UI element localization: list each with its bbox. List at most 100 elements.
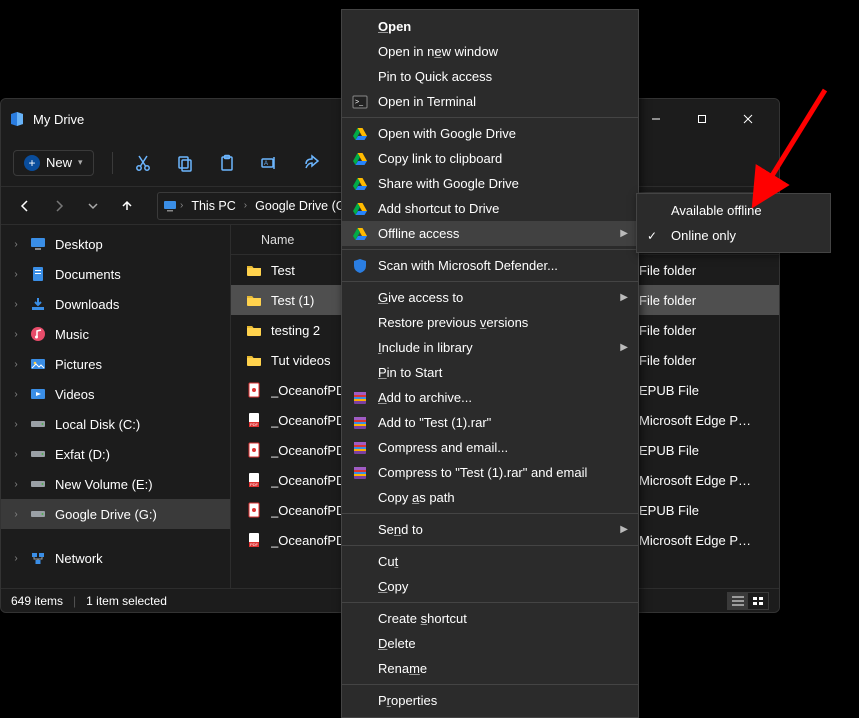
menu-item-pin-to-start[interactable]: Pin to Start: [342, 360, 638, 385]
share-icon[interactable]: [299, 151, 323, 175]
chevron-right-icon: ›: [11, 509, 21, 520]
menu-label: Copy: [378, 579, 408, 594]
menu-item-share-with-google-drive[interactable]: Share with Google Drive: [342, 171, 638, 196]
sidebar-item-network[interactable]: ›Network: [1, 543, 230, 573]
sidebar-item-new-volume-e-[interactable]: ›New Volume (E:): [1, 469, 230, 499]
sidebar-label: Documents: [55, 267, 121, 282]
menu-item-open-in-new-window[interactable]: Open in new window: [342, 39, 638, 64]
file-type: Microsoft Edge P…: [639, 413, 751, 428]
details-view-button[interactable]: [728, 593, 748, 609]
menu-item-send-to[interactable]: Send to▶: [342, 517, 638, 542]
recent-button[interactable]: [79, 192, 107, 220]
menu-item-scan-with-microsoft-defender[interactable]: Scan with Microsoft Defender...: [342, 253, 638, 278]
submenu-item-online-only[interactable]: ✓Online only: [637, 223, 830, 248]
back-button[interactable]: [11, 192, 39, 220]
menu-item-delete[interactable]: Delete: [342, 631, 638, 656]
drive-icon: [29, 476, 47, 492]
new-button[interactable]: + New ▾: [13, 150, 94, 176]
menu-label: Add shortcut to Drive: [378, 201, 499, 216]
menu-label: Scan with Microsoft Defender...: [378, 258, 558, 273]
sidebar-item-videos[interactable]: ›Videos: [1, 379, 230, 409]
rar-icon: [351, 389, 369, 407]
file-type: Microsoft Edge P…: [639, 533, 751, 548]
menu-item-create-shortcut[interactable]: Create shortcut: [342, 606, 638, 631]
paste-icon[interactable]: [215, 151, 239, 175]
sidebar-item-desktop[interactable]: ›Desktop: [1, 229, 230, 259]
menu-item-add-to-archive[interactable]: Add to archive...: [342, 385, 638, 410]
menu-label: Open in new window: [378, 44, 498, 59]
drive-icon: [29, 446, 47, 462]
up-button[interactable]: [113, 192, 141, 220]
epub-icon: [245, 442, 263, 458]
menu-item-restore-previous-versions[interactable]: Restore previous versions: [342, 310, 638, 335]
menu-item-add-shortcut-to-drive[interactable]: Add shortcut to Drive: [342, 196, 638, 221]
sidebar-item-google-drive-g-[interactable]: ›Google Drive (G:): [1, 499, 230, 529]
chevron-right-icon: ›: [11, 299, 21, 310]
chevron-down-icon: ▾: [78, 157, 83, 168]
forward-button[interactable]: [45, 192, 73, 220]
menu-item-properties[interactable]: Properties: [342, 688, 638, 713]
menu-separator: [342, 117, 638, 118]
close-button[interactable]: [725, 99, 771, 139]
sidebar-item-documents[interactable]: ›Documents: [1, 259, 230, 289]
chevron-right-icon: ›: [11, 449, 21, 460]
sidebar-item-exfat-d-[interactable]: ›Exfat (D:): [1, 439, 230, 469]
minimize-button[interactable]: [633, 99, 679, 139]
sidebar-item-downloads[interactable]: ›Downloads: [1, 289, 230, 319]
menu-label: Compress to "Test (1).rar" and email: [378, 465, 587, 480]
menu-item-add-to-test-1-rar[interactable]: Add to "Test (1).rar": [342, 410, 638, 435]
file-type: Microsoft Edge P…: [639, 473, 751, 488]
menu-label: Give access to: [378, 290, 463, 305]
new-label: New: [46, 155, 72, 170]
menu-item-offline-access[interactable]: Offline access▶: [342, 221, 638, 246]
menu-item-copy-as-path[interactable]: Copy as path: [342, 485, 638, 510]
menu-item-compress-and-email[interactable]: Compress and email...: [342, 435, 638, 460]
menu-item-copy[interactable]: Copy: [342, 574, 638, 599]
menu-item-copy-link-to-clipboard[interactable]: Copy link to clipboard: [342, 146, 638, 171]
file-type: EPUB File: [639, 383, 699, 398]
menu-label: Compress and email...: [378, 440, 508, 455]
chevron-right-icon: ›: [11, 239, 21, 250]
submenu-label: Online only: [671, 228, 736, 243]
chevron-right-icon: ›: [11, 389, 21, 400]
music-icon: [29, 326, 47, 342]
menu-item-open-in-terminal[interactable]: >_Open in Terminal: [342, 89, 638, 114]
menu-item-include-in-library[interactable]: Include in library▶: [342, 335, 638, 360]
gdrive-icon: [351, 225, 369, 243]
sidebar-item-music[interactable]: ›Music: [1, 319, 230, 349]
gdrive-icon: [351, 150, 369, 168]
menu-item-give-access-to[interactable]: Give access to▶: [342, 285, 638, 310]
terminal-icon: >_: [351, 93, 369, 111]
menu-item-compress-to-test-1-rar-and-email[interactable]: Compress to "Test (1).rar" and email: [342, 460, 638, 485]
menu-label: Open with Google Drive: [378, 126, 516, 141]
pdf-icon: PDF: [245, 472, 263, 488]
menu-separator: [342, 602, 638, 603]
defender-icon: [351, 257, 369, 275]
menu-label: Create shortcut: [378, 611, 467, 626]
menu-label: Pin to Start: [378, 365, 442, 380]
copy-icon[interactable]: [173, 151, 197, 175]
pictures-icon: [29, 356, 47, 372]
sidebar: ›Desktop›Documents›Downloads›Music›Pictu…: [1, 225, 231, 588]
breadcrumb-this-pc[interactable]: This PC: [185, 197, 241, 215]
sidebar-item-local-disk-c-[interactable]: ›Local Disk (C:): [1, 409, 230, 439]
submenu-item-available-offline[interactable]: Available offline: [637, 198, 830, 223]
menu-item-open[interactable]: Open: [342, 14, 638, 39]
menu-item-open-with-google-drive[interactable]: Open with Google Drive: [342, 121, 638, 146]
menu-item-pin-to-quick-access[interactable]: Pin to Quick access: [342, 64, 638, 89]
menu-item-rename[interactable]: Rename: [342, 656, 638, 681]
sidebar-item-pictures[interactable]: ›Pictures: [1, 349, 230, 379]
menu-item-cut[interactable]: Cut: [342, 549, 638, 574]
submenu-label: Available offline: [671, 203, 762, 218]
menu-label: Restore previous versions: [378, 315, 528, 330]
chevron-right-icon: ▶: [620, 524, 628, 535]
epub-icon: [245, 502, 263, 518]
rename-icon[interactable]: A: [257, 151, 281, 175]
menu-label: Add to "Test (1).rar": [378, 415, 491, 430]
icons-view-button[interactable]: [748, 593, 768, 609]
cut-icon[interactable]: [131, 151, 155, 175]
window-icon: [9, 111, 25, 127]
maximize-button[interactable]: [679, 99, 725, 139]
status-selected: 1 item selected: [86, 594, 167, 608]
sidebar-label: New Volume (E:): [55, 477, 153, 492]
